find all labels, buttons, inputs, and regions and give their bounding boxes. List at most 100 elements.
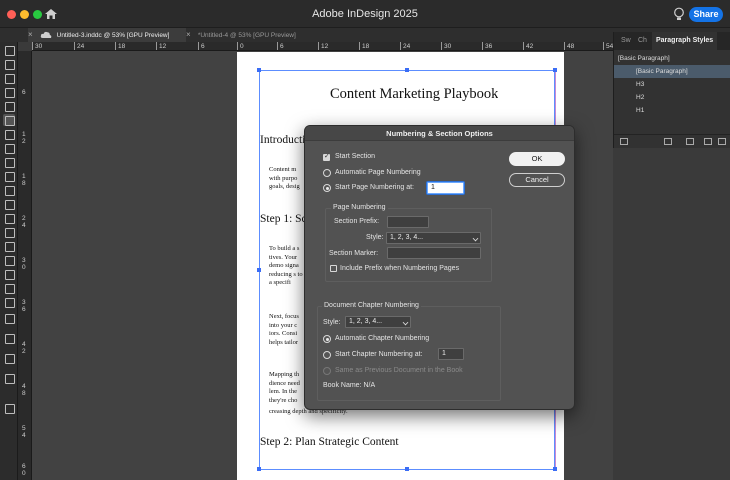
frame-handle[interactable] — [405, 68, 409, 72]
new-group-icon[interactable] — [664, 138, 672, 145]
tab-untitled-4[interactable]: × *Untitled-4 @ 53% [GPU Preview] — [186, 28, 296, 42]
eyedropper-tool-icon[interactable] — [3, 268, 15, 280]
section-prefix-field[interactable] — [387, 216, 429, 228]
tab-swatches[interactable]: Sw — [621, 32, 631, 50]
body-paragraph: Content m with purpo goals, desig — [269, 166, 300, 190]
frame-handle[interactable] — [257, 68, 261, 72]
lightbulb-icon[interactable] — [673, 7, 685, 22]
page-style-value: 1, 2, 3, 4... — [390, 234, 424, 241]
zoom-tool-icon[interactable] — [3, 296, 15, 308]
book-name-label: Book Name: N/A — [323, 382, 376, 389]
ruler-tick: 18 — [115, 42, 125, 50]
rectangle-frame-tool-icon[interactable] — [3, 170, 15, 182]
chevron-down-icon — [472, 235, 479, 242]
vertical-ruler[interactable]: 6 1 2 1 8 2 4 3 0 3 6 4 2 4 8 5 4 6 0 — [18, 51, 32, 480]
frame-handle[interactable] — [553, 467, 557, 471]
start-chapter-numbering-label: Start Chapter Numbering at: — [335, 351, 423, 358]
pencil-tool-icon[interactable] — [3, 156, 15, 168]
folder-icon[interactable] — [686, 138, 694, 145]
start-page-number-field[interactable]: 1 — [427, 182, 464, 194]
include-prefix-checkbox[interactable] — [330, 265, 337, 272]
free-transform-tool-icon[interactable] — [3, 212, 15, 224]
style-label: Style: — [366, 234, 384, 241]
scissors-tool-icon[interactable] — [3, 198, 15, 210]
document-title: Content Marketing Playbook — [330, 86, 499, 102]
ruler-tick: 6 — [277, 42, 284, 50]
screen-mode-icon[interactable] — [3, 402, 15, 414]
same-as-previous-label: Same as Previous Document in the Book — [335, 367, 463, 374]
numbering-section-options-dialog: Numbering & Section Options Start Sectio… — [304, 125, 575, 410]
automatic-page-numbering-radio[interactable] — [323, 169, 331, 177]
body-paragraph: To build a s tives. Your demo signa redu… — [269, 245, 303, 286]
tab-untitled-3[interactable]: × Untitled-3.inddc @ 53% [GPU Preview] — [28, 28, 186, 42]
frame-handle[interactable] — [405, 467, 409, 471]
selection-tool-icon[interactable] — [3, 44, 15, 56]
type-tool-icon[interactable] — [3, 114, 15, 126]
ruler-tick: 5 4 — [22, 425, 26, 439]
cloud-icon — [40, 32, 52, 39]
content-collector-icon[interactable] — [3, 100, 15, 112]
tab-label: Untitled-3.inddc @ 53% [GPU Preview] — [56, 32, 170, 39]
automatic-chapter-numbering-radio[interactable] — [323, 335, 331, 343]
tab-character-styles[interactable]: Ch — [638, 32, 647, 50]
page-tool-icon[interactable] — [3, 72, 15, 84]
frame-handle[interactable] — [553, 68, 557, 72]
gradient-feather-tool-icon[interactable] — [3, 240, 15, 252]
ok-button[interactable]: OK — [509, 152, 565, 166]
section-marker-field[interactable] — [387, 247, 481, 259]
ruler-tick: 30 — [441, 42, 451, 50]
tab-close-icon[interactable]: × — [28, 28, 38, 42]
fill-stroke-swatch-icon[interactable] — [3, 332, 15, 344]
start-page-numbering-label: Start Page Numbering at: — [335, 184, 414, 191]
default-fill-stroke-icon[interactable] — [3, 312, 15, 324]
panel-footer — [614, 134, 730, 148]
ruler-tick: 48 — [564, 42, 574, 50]
note-tool-icon[interactable] — [3, 254, 15, 266]
tab-close-icon[interactable]: × — [186, 28, 196, 42]
ruler-tick: 12 — [156, 42, 166, 50]
clear-overrides-icon[interactable] — [704, 138, 712, 145]
page-style-select[interactable]: 1, 2, 3, 4... — [386, 232, 481, 244]
automatic-chapter-numbering-label: Automatic Chapter Numbering — [335, 335, 430, 342]
include-prefix-label: Include Prefix when Numbering Pages — [340, 265, 460, 272]
start-chapter-number-field[interactable]: 1 — [438, 348, 464, 360]
line-tool-icon[interactable] — [3, 128, 15, 140]
gap-tool-icon[interactable] — [3, 86, 15, 98]
horizontal-ruler[interactable]: 30 24 18 12 6 0 6 12 18 24 30 36 42 48 5… — [32, 42, 613, 51]
share-button[interactable]: Share — [689, 7, 723, 22]
start-page-numbering-radio[interactable] — [323, 184, 331, 192]
gradient-swatch-tool-icon[interactable] — [3, 226, 15, 238]
tab-label: *Untitled-4 @ 53% [GPU Preview] — [197, 32, 296, 39]
chapter-style-select[interactable]: 1, 2, 3, 4... — [345, 316, 411, 328]
frame-handle[interactable] — [257, 467, 261, 471]
start-section-label: Start Section — [335, 153, 376, 160]
same-as-previous-radio[interactable] — [323, 367, 331, 375]
style-item-h3[interactable]: H3 — [614, 78, 730, 91]
rectangle-tool-icon[interactable] — [3, 184, 15, 196]
ruler-tick: 4 2 — [22, 341, 26, 355]
style-item-h1[interactable]: H1 — [614, 104, 730, 117]
new-style-icon[interactable] — [718, 138, 726, 145]
cancel-button[interactable]: Cancel — [509, 173, 565, 187]
title-bar: Adobe InDesign 2025 Share — [0, 0, 730, 28]
hand-tool-icon[interactable] — [3, 282, 15, 294]
page-numbering-group-label: Page Numbering — [331, 204, 388, 211]
ruler-tick: 3 0 — [22, 257, 26, 271]
pen-tool-icon[interactable] — [3, 142, 15, 154]
tab-paragraph-styles[interactable]: Paragraph Styles — [652, 32, 718, 50]
apply-color-icon[interactable] — [3, 352, 15, 364]
ruler-tick: 6 — [198, 42, 205, 50]
style-item-h2[interactable]: H2 — [614, 91, 730, 104]
heading-introduction: Introducti — [260, 134, 305, 146]
body-paragraph: Mapping th dience need lem. In the they'… — [269, 371, 300, 404]
start-section-checkbox[interactable] — [323, 152, 330, 161]
direct-selection-tool-icon[interactable] — [3, 58, 15, 70]
start-chapter-numbering-radio[interactable] — [323, 351, 331, 359]
section-prefix-label: Section Prefix: — [334, 218, 380, 225]
chevron-down-icon — [402, 319, 409, 326]
normal-mode-icon[interactable] — [3, 372, 15, 384]
style-item-basic-paragraph[interactable]: [Basic Paragraph] — [614, 65, 730, 78]
chapter-numbering-group-label: Document Chapter Numbering — [322, 302, 421, 309]
style-options-icon[interactable] — [620, 138, 628, 145]
frame-handle[interactable] — [257, 268, 261, 272]
